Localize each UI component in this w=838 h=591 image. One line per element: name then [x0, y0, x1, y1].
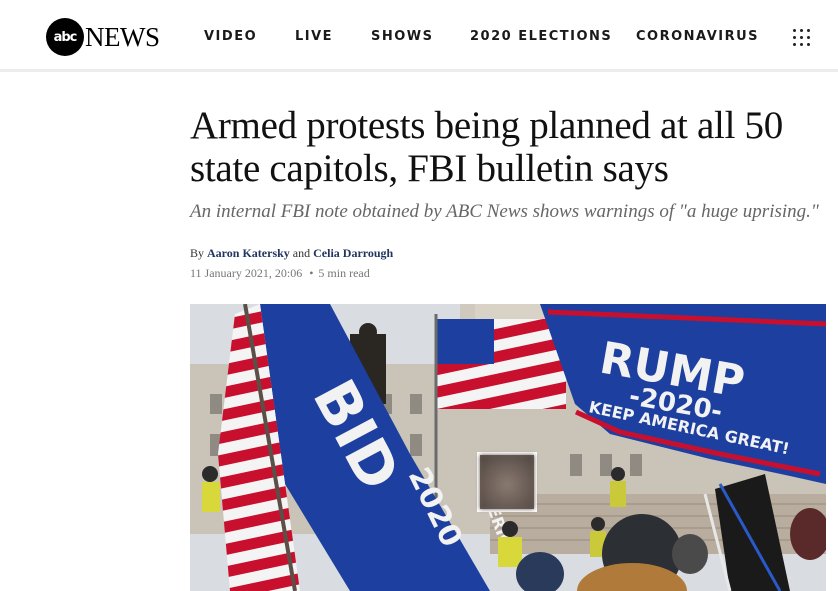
grid-dots-icon[interactable] [793, 29, 810, 46]
nav-live[interactable]: LIVE [295, 29, 333, 44]
nav-shows[interactable]: SHOWS [371, 29, 434, 44]
byline-prefix: By [190, 246, 205, 260]
thumbnail-blur [480, 455, 534, 509]
meta-separator: • [309, 266, 314, 280]
read-time: 5 min read [318, 266, 370, 280]
byline: By Aaron Katersky and Celia Darrough [190, 246, 393, 261]
hero-image[interactable]: RUMP -2020- KEEP AMERICA GREAT! BID 2020… [190, 304, 826, 591]
hero-image-art: RUMP -2020- KEEP AMERICA GREAT! BID 2020… [190, 304, 826, 591]
publish-date: 11 January 2021, 20:06 [190, 266, 303, 280]
nav-coronavirus[interactable]: CORONAVIRUS [636, 29, 759, 44]
author-link-aaron-katersky[interactable]: Aaron Katersky [207, 246, 290, 260]
author-link-celia-darrough[interactable]: Celia Darrough [313, 246, 393, 260]
article-meta: 11 January 2021, 20:06 • 5 min read [190, 266, 370, 281]
article-headline: Armed protests being planned at all 50 s… [190, 104, 783, 190]
abc-news-logo[interactable]: abc NEWS [46, 18, 160, 56]
video-thumbnail[interactable] [477, 452, 537, 512]
site-header: abc NEWS VIDEO LIVE SHOWS 2020 ELECTIONS… [0, 0, 838, 72]
abc-logo-circle: abc [46, 18, 84, 56]
nav-2020-elections[interactable]: 2020 ELECTIONS [470, 29, 612, 44]
article-subhead: An internal FBI note obtained by ABC New… [190, 201, 819, 222]
byline-conjunction: and [292, 246, 311, 260]
nav-video[interactable]: VIDEO [204, 29, 257, 44]
logo-news-text: NEWS [85, 21, 160, 52]
